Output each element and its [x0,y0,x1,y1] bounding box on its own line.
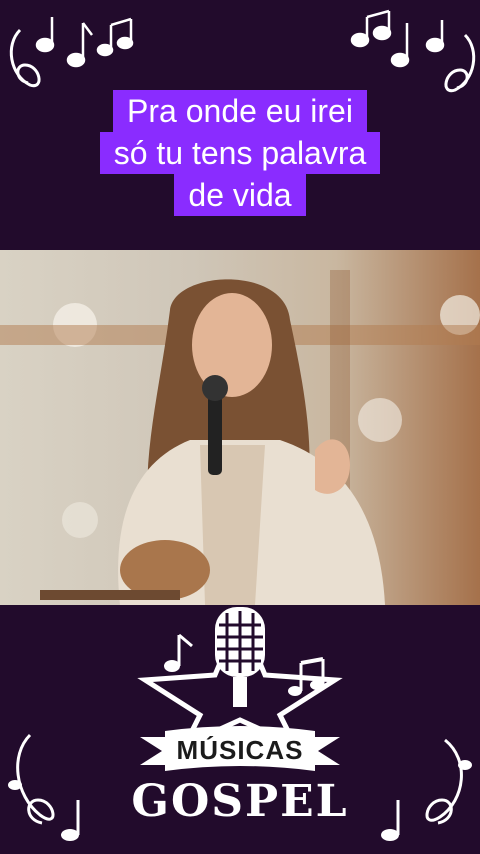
top-panel: Pra onde eu irei só tu tens palavra de v… [0,0,480,250]
lyric-caption: Pra onde eu irei só tu tens palavra de v… [0,90,480,216]
music-notes-icon [164,633,193,672]
caption-line: Pra onde eu irei [113,90,367,132]
microphone-icon [215,607,265,707]
video-frame[interactable] [0,250,480,605]
caption-line: só tu tens palavra [99,132,381,174]
music-notes-icon [9,17,134,88]
singer-image [0,270,480,605]
logo-banner-text: MÚSICAS [176,735,304,765]
caption-line: de vida [174,174,306,216]
music-notes-icon [288,657,325,696]
logo-main-text: GOSPEL [131,776,349,827]
